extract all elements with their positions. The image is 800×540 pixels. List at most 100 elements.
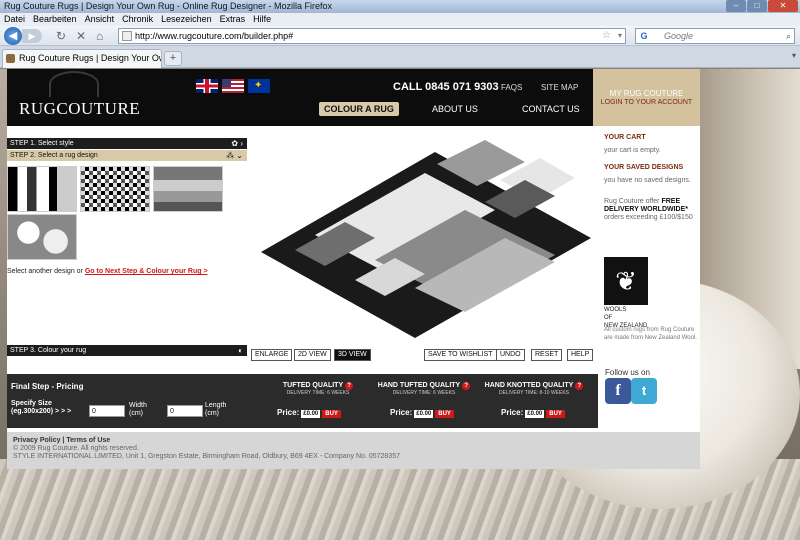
menu-ansicht[interactable]: Ansicht xyxy=(85,13,115,26)
menu-extras[interactable]: Extras xyxy=(220,13,246,26)
new-tab-button[interactable]: + xyxy=(164,51,182,66)
tufted-quality: TUFTED QUALITY? DELIVERY TIME: 6 WEEKS xyxy=(263,382,373,396)
stop-icon[interactable]: ✕ xyxy=(76,28,86,44)
us-flag-icon[interactable] xyxy=(222,79,244,93)
step2-bar[interactable]: STEP 2. Select a rug design ⁂ ⌄ xyxy=(7,150,247,161)
3d-view-button[interactable]: 3D VIEW xyxy=(334,349,371,361)
step1-label: STEP 1. Select style xyxy=(10,140,74,147)
hand-knotted-quality-label: HAND KNOTTED QUALITY xyxy=(484,382,574,389)
contact-us-link[interactable]: CONTACT US xyxy=(522,104,580,114)
uk-flag-icon[interactable] xyxy=(196,79,218,93)
rug-preview[interactable] xyxy=(255,140,595,340)
specify-size-text: Specify Size xyxy=(11,400,52,407)
enlarge-button[interactable]: ENLARGE xyxy=(251,349,293,361)
sitemap-link[interactable]: SITE MAP xyxy=(541,83,578,92)
menu-bearbeiten[interactable]: Bearbeiten xyxy=(33,13,77,26)
url-bar[interactable]: http://www.rugcouture.com/builder.php# ☆… xyxy=(118,28,626,44)
close-button[interactable]: ✕ xyxy=(768,0,798,12)
2d-view-button[interactable]: 2D VIEW xyxy=(294,349,331,361)
tufted-price: Price: £0.00 BUY xyxy=(277,408,341,418)
cart-title[interactable]: YOUR CART xyxy=(604,134,700,141)
my-account-box: MY RUG COUTURE LOGIN TO YOUR ACCOUNT xyxy=(593,69,700,126)
hand-tufted-quality: HAND TUFTED QUALITY? DELIVERY TIME: 6 WE… xyxy=(369,382,479,396)
about-us-link[interactable]: ABOUT US xyxy=(432,104,478,114)
home-icon[interactable]: ⌂ xyxy=(96,28,103,44)
width-label: Width (cm) xyxy=(129,402,147,418)
price-label: Price: xyxy=(277,408,300,417)
search-placeholder: Google xyxy=(664,31,694,41)
width-input[interactable]: 0 xyxy=(89,405,125,417)
wools-description: All custom rugs from Rug Couture are mad… xyxy=(604,327,697,341)
site-header: RUGCOUTURE CALL 0845 071 9303 FAQS SITE … xyxy=(7,69,593,126)
search-icon[interactable]: ⌕ xyxy=(786,29,791,43)
menu-chronik[interactable]: Chronik xyxy=(122,13,153,26)
reload-icon[interactable]: ↻ xyxy=(56,28,66,44)
length-input[interactable]: 0 xyxy=(167,405,203,417)
my-rug-couture-title[interactable]: MY RUG COUTURE xyxy=(593,89,700,98)
help-button[interactable]: HELP xyxy=(567,349,594,361)
another-design-text: Select another design or Go to Next Step… xyxy=(7,268,208,275)
wools-of-new-zealand-logo: ❦ xyxy=(604,257,648,305)
minimize-button[interactable]: – xyxy=(726,0,746,12)
next-step-link[interactable]: Go to Next Step & Colour your Rug > xyxy=(85,268,208,275)
site-identity-icon[interactable] xyxy=(122,31,132,41)
help-icon[interactable]: ? xyxy=(345,382,354,390)
window-title: Rug Couture Rugs | Design Your Own Rug -… xyxy=(4,1,332,11)
twitter-icon[interactable]: t xyxy=(631,378,657,404)
palette-icon: ◐ xyxy=(238,346,243,355)
step3-bar[interactable]: STEP 3. Colour your rug ◐ xyxy=(7,345,247,356)
buy-button[interactable]: BUY xyxy=(435,410,454,418)
save-to-wishlist-button[interactable]: SAVE TO WISHLIST xyxy=(424,349,497,361)
colour-a-rug-button[interactable]: COLOUR A RUG xyxy=(319,102,399,116)
hand-tufted-quality-label: HAND TUFTED QUALITY xyxy=(377,382,461,389)
site-logo[interactable]: RUGCOUTURE xyxy=(19,99,140,119)
maximize-button[interactable]: □ xyxy=(747,0,767,12)
google-engine-icon[interactable]: G xyxy=(638,30,650,42)
length-unit: (cm) xyxy=(205,410,219,417)
design-thumbnail-3[interactable] xyxy=(153,166,223,212)
eu-flag-icon[interactable] xyxy=(248,79,270,93)
hand-knotted-quality-name: HAND KNOTTED QUALITY? xyxy=(479,382,589,390)
price-value: £0.00 xyxy=(414,410,434,418)
price-label: Price: xyxy=(390,408,413,417)
pricing-bar: Final Step - Pricing Specify Size (eg.30… xyxy=(7,374,598,428)
price-value: £0.00 xyxy=(525,410,545,418)
step1-bar[interactable]: STEP 1. Select style ✿ › xyxy=(7,138,247,149)
phone-number: CALL 0845 071 9303 xyxy=(393,81,499,93)
faqs-link[interactable]: FAQS xyxy=(501,83,522,92)
back-button[interactable]: ◀ xyxy=(4,27,22,45)
login-link[interactable]: LOGIN TO YOUR ACCOUNT xyxy=(593,99,700,106)
menu-hilfe[interactable]: Hilfe xyxy=(253,13,271,26)
tufted-quality-label: TUFTED QUALITY xyxy=(282,382,344,389)
design-thumbnail-2[interactable] xyxy=(80,166,150,212)
bookmark-star-icon[interactable]: ☆ xyxy=(602,29,611,43)
design-thumbnail-1[interactable] xyxy=(7,166,77,212)
help-icon[interactable]: ? xyxy=(462,382,471,390)
site-footer: Privacy Policy | Terms of Use © 2009 Rug… xyxy=(7,432,700,469)
style-icon: ✿ › xyxy=(231,139,243,148)
undo-button[interactable]: UNDO xyxy=(496,349,525,361)
menu-datei[interactable]: Datei xyxy=(4,13,25,26)
reset-button[interactable]: RESET xyxy=(531,349,563,361)
saved-designs-title[interactable]: YOUR SAVED DESIGNS xyxy=(604,164,700,171)
width-label-text: Width xyxy=(129,402,147,409)
wools-line2: OF xyxy=(604,315,613,321)
design-thumbnail-4[interactable] xyxy=(7,214,77,260)
help-icon[interactable]: ? xyxy=(575,382,584,390)
privacy-policy-link[interactable]: Privacy Policy xyxy=(13,437,60,444)
hand-knotted-price: Price: £0.00 BUY xyxy=(501,408,565,418)
price-label: Price: xyxy=(501,408,524,417)
design-icon: ⁂ ⌄ xyxy=(226,151,243,160)
facebook-icon[interactable]: f xyxy=(605,378,631,404)
menu-lesezeichen[interactable]: Lesezeichen xyxy=(161,13,212,26)
hand-tufted-quality-name: HAND TUFTED QUALITY? xyxy=(369,382,479,390)
buy-button[interactable]: BUY xyxy=(546,410,565,418)
tab-rug-couture[interactable]: Rug Couture Rugs | Design Your Own... xyxy=(2,49,162,68)
forward-button[interactable]: ▶ xyxy=(22,29,42,43)
url-dropdown-icon[interactable]: ▾ xyxy=(618,29,622,43)
terms-of-use-link[interactable]: Terms of Use xyxy=(66,437,110,444)
search-bar[interactable]: G Google ⌕ xyxy=(635,28,795,44)
buy-button[interactable]: BUY xyxy=(322,410,341,418)
tab-list-icon[interactable]: ▾ xyxy=(792,51,796,60)
wools-line1: WOOLS xyxy=(604,307,627,313)
